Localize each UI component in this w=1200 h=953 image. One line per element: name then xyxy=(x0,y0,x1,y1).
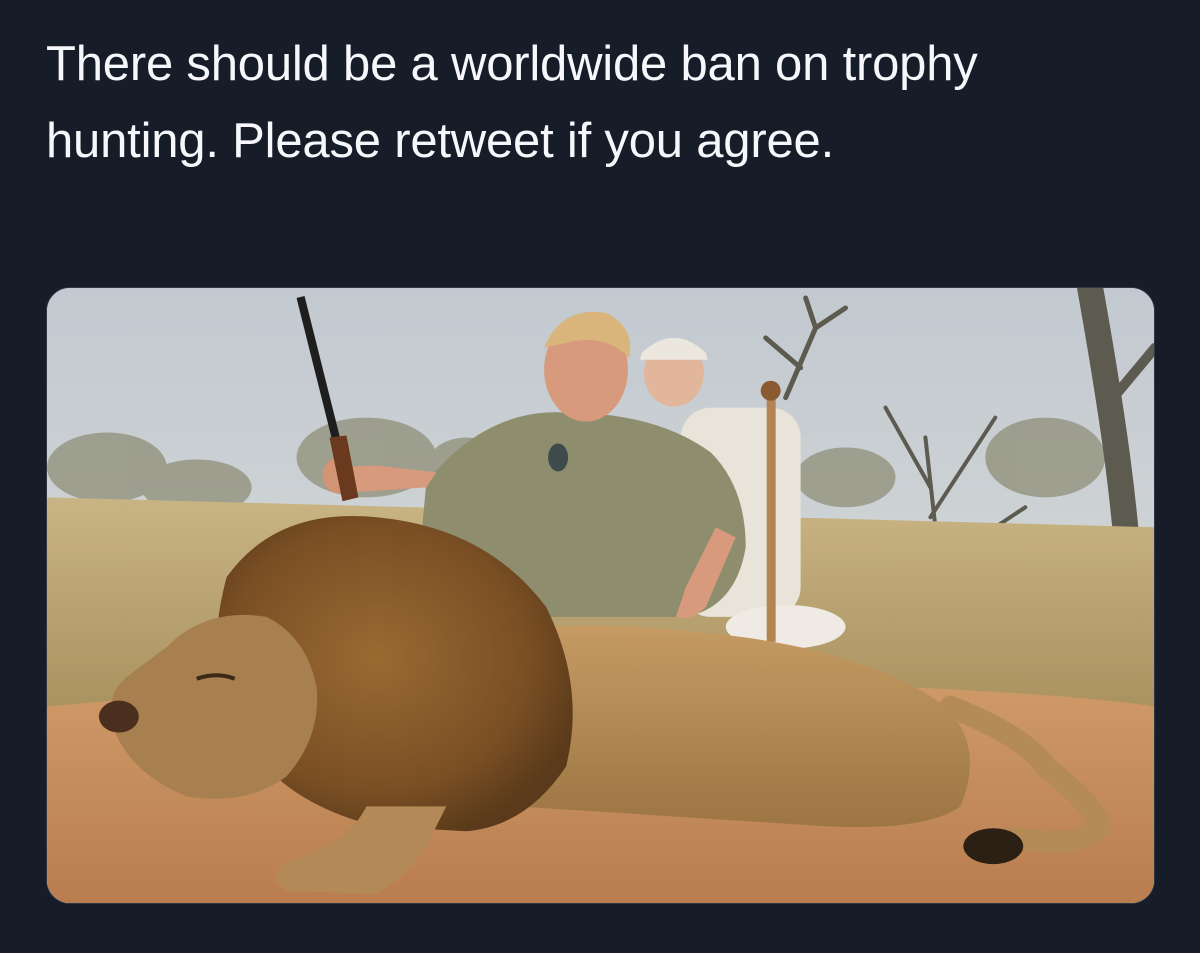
walking-stick xyxy=(766,387,776,642)
tweet-text: There should be a worldwide ban on troph… xyxy=(46,37,978,168)
photo-illustration xyxy=(47,288,1154,903)
tweet-photo[interactable] xyxy=(46,287,1155,904)
tweet-card: There should be a worldwide ban on troph… xyxy=(0,0,1200,953)
